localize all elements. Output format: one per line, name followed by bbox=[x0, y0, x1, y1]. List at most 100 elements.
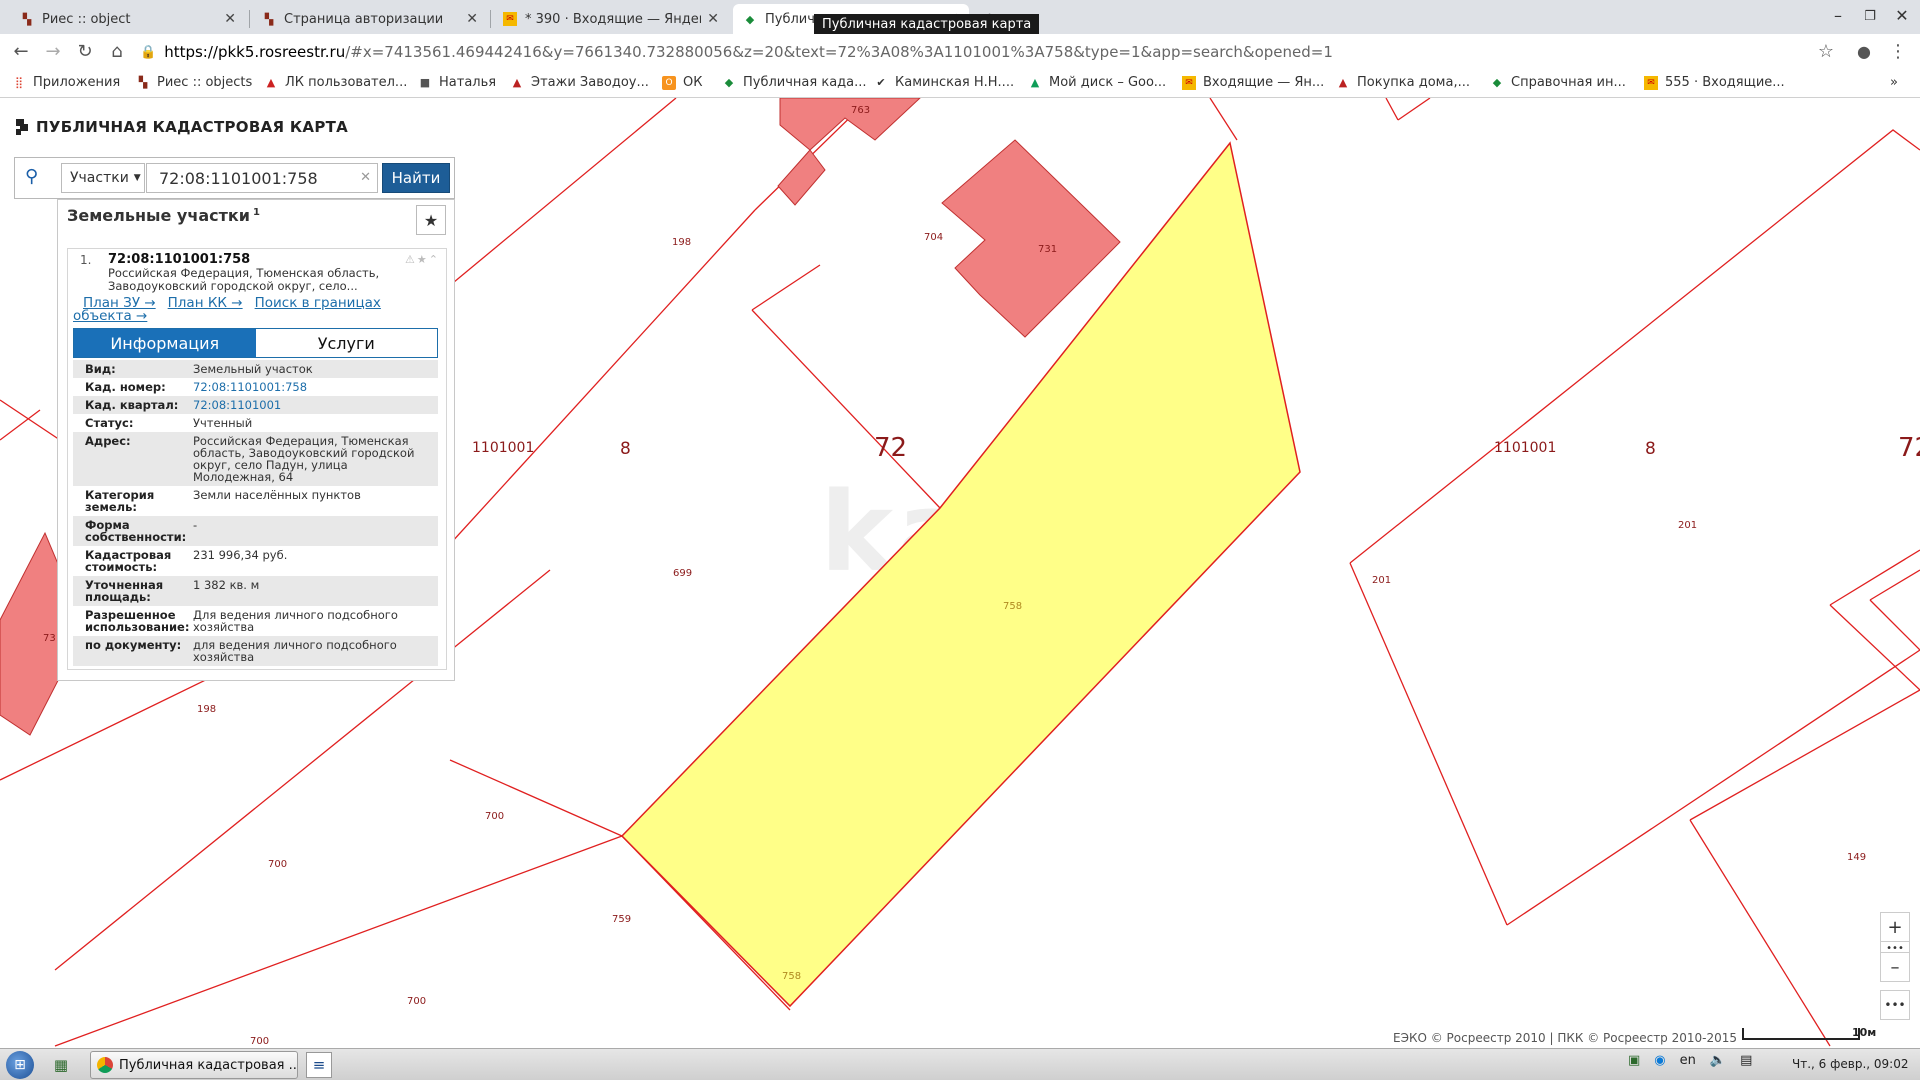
object-type-select[interactable]: Участки ▼ bbox=[61, 163, 145, 193]
more-options-button[interactable]: ••• bbox=[1880, 990, 1910, 1020]
forward-icon[interactable]: → bbox=[41, 40, 65, 64]
profile-avatar-icon[interactable]: ● bbox=[1852, 40, 1876, 64]
bookmark-pkk[interactable]: ◆ Публичная када... bbox=[722, 75, 867, 90]
monitor-icon[interactable]: ▣ bbox=[1628, 1053, 1640, 1068]
bookmark-etazhi[interactable]: ▲ Этажи Заводоу... bbox=[510, 75, 649, 90]
minimize-icon[interactable]: – bbox=[1823, 6, 1853, 25]
building-763[interactable] bbox=[777, 98, 921, 206]
info-value: 1 382 кв. м bbox=[193, 578, 260, 592]
info-value: Российская Федерация, Тюменская область,… bbox=[193, 434, 415, 484]
bookmarks-more-button[interactable]: » bbox=[1890, 75, 1898, 90]
results-heading: Земельные участки 1 bbox=[67, 206, 260, 225]
bookmark-kaminskaya[interactable]: ✔ Каминская Н.Н.... bbox=[874, 75, 1014, 90]
bookmark-star-icon[interactable]: ☆ bbox=[1814, 40, 1838, 64]
check-circle-icon: ✔ bbox=[876, 76, 886, 89]
info-row: Кад. квартал: 72:08:1101001 bbox=[73, 396, 438, 414]
network-icon[interactable]: ▤ bbox=[1740, 1053, 1752, 1068]
parcel-number: 73 bbox=[43, 633, 56, 644]
zoom-out-button[interactable]: – bbox=[1880, 952, 1910, 982]
document-icon[interactable]: ≡ bbox=[306, 1052, 332, 1078]
reload-icon[interactable]: ↻ bbox=[73, 40, 97, 64]
results-count: 1 bbox=[252, 206, 260, 218]
back-icon[interactable]: ← bbox=[9, 40, 33, 64]
region-label: 72 bbox=[1898, 433, 1920, 463]
tab-information[interactable]: Информация bbox=[74, 329, 256, 357]
tab-ries-object[interactable]: ▚ Риес :: object ✕ bbox=[10, 4, 246, 34]
house-icon: ▲ bbox=[1338, 76, 1348, 89]
quarter-label: 1101001 bbox=[472, 440, 534, 456]
bookmark-555-inbox[interactable]: ✉ 555 · Входящие... bbox=[1644, 75, 1785, 90]
close-window-icon[interactable]: ✕ bbox=[1887, 6, 1917, 25]
parcel-number: 758 bbox=[782, 971, 801, 982]
scale-label: 10м bbox=[1852, 1026, 1877, 1039]
browser-tab-bar: ▚ Риес :: object ✕ ▚ Страница авторизаци… bbox=[0, 0, 1920, 35]
bookmark-folder-natalya[interactable]: ■ Наталья bbox=[418, 75, 496, 90]
info-value: Учтенный bbox=[193, 416, 253, 430]
calculator-icon[interactable]: ▦ bbox=[48, 1052, 74, 1078]
parcel-number: 700 bbox=[485, 811, 504, 822]
parcel-number: 758 bbox=[1003, 601, 1022, 612]
info-row: Разрешенное использование: Для ведения ли… bbox=[73, 606, 438, 636]
plan-kk-link[interactable]: План КК → bbox=[168, 295, 243, 311]
tab-tooltip: Публичная кадастровая карта bbox=[814, 14, 1040, 35]
chrome-icon bbox=[97, 1057, 113, 1073]
apps-grid-icon: ⣿ bbox=[14, 76, 24, 89]
bookmark-ries[interactable]: ▚ Риес :: objects bbox=[136, 75, 253, 90]
bookmark-reference[interactable]: ◆ Справочная ин... bbox=[1490, 75, 1626, 90]
bookmark-apps[interactable]: ⣿ Приложения bbox=[12, 75, 120, 90]
folder-icon: ■ bbox=[419, 76, 431, 89]
info-key: Статус: bbox=[85, 416, 134, 430]
restore-icon[interactable]: ❐ bbox=[1855, 9, 1885, 24]
tab-services[interactable]: Услуги bbox=[255, 329, 437, 357]
favorite-star-button[interactable]: ★ bbox=[416, 205, 446, 235]
parcel-number: 700 bbox=[407, 996, 426, 1007]
close-icon[interactable]: ✕ bbox=[466, 11, 478, 27]
info-row: по документу: для ведения личного подсобн… bbox=[73, 636, 438, 666]
info-key: Кад. квартал: bbox=[85, 398, 179, 412]
info-value: - bbox=[193, 518, 198, 532]
find-button[interactable]: Найти bbox=[382, 163, 450, 193]
parcel-cad-number[interactable]: 72:08:1101001:758 bbox=[108, 252, 250, 267]
region-label: 72 bbox=[874, 433, 907, 463]
star-icon[interactable]: ★ bbox=[417, 253, 429, 266]
bookmarks-bar: ⣿ Приложения ▚ Риес :: objects ▲ ЛК пользов… bbox=[0, 70, 1920, 98]
volume-icon[interactable]: 🔈 bbox=[1710, 1053, 1726, 1068]
start-button[interactable]: ⊞ bbox=[6, 1051, 34, 1079]
menu-icon[interactable]: ⋮ bbox=[1886, 40, 1910, 64]
clock[interactable]: Чт., 6 февр., 09:02 bbox=[1792, 1057, 1908, 1071]
zoom-in-button[interactable]: + bbox=[1880, 912, 1910, 942]
chevron-up-icon[interactable]: ⌃ bbox=[429, 253, 440, 266]
building-731[interactable] bbox=[941, 139, 1121, 338]
browser-toolbar: ← → ↻ ⌂ 🔒 https://pkk5.rosreestr.ru/#x=7… bbox=[0, 34, 1920, 70]
info-row: Статус: Учтенный bbox=[73, 414, 438, 432]
parcel-number: 763 bbox=[851, 105, 870, 116]
bookmark-yandex-inbox[interactable]: ✉ Входящие — Ян... bbox=[1182, 75, 1324, 90]
taskbar-item-chrome[interactable]: Публичная кадастровая ... bbox=[90, 1051, 298, 1079]
address-bar[interactable]: 🔒 https://pkk5.rosreestr.ru/#x=7413561.4… bbox=[140, 38, 1830, 66]
bookmark-ok[interactable]: О ОК bbox=[662, 75, 702, 90]
language-indicator[interactable]: en bbox=[1680, 1053, 1696, 1068]
pkk-icon: ◆ bbox=[745, 12, 755, 26]
search-icon[interactable]: ⚲ bbox=[25, 166, 38, 187]
bookmark-lk[interactable]: ▲ ЛК пользовател... bbox=[264, 75, 408, 90]
info-value-link[interactable]: 72:08:1101001 bbox=[193, 399, 438, 411]
parcel-number: 198 bbox=[672, 237, 691, 248]
app-title: ПУБЛИЧНАЯ КАДАСТРОВАЯ КАРТА bbox=[16, 118, 348, 136]
home-icon[interactable]: ⌂ bbox=[105, 40, 129, 64]
tab-yandex-mail[interactable]: ✉ * 390 · Входящие — Яндекс ✕ bbox=[493, 4, 729, 34]
ok-icon: О bbox=[662, 75, 676, 90]
search-input[interactable]: 72:08:1101001:758 ✕ bbox=[146, 163, 378, 193]
clear-icon[interactable]: ✕ bbox=[360, 170, 371, 185]
skype-icon[interactable]: ◉ bbox=[1654, 1053, 1665, 1068]
bookmark-house-purchase[interactable]: ▲ Покупка дома,... bbox=[1336, 75, 1470, 90]
close-icon[interactable]: ✕ bbox=[707, 11, 719, 27]
mail-icon: ✉ bbox=[1182, 75, 1196, 90]
close-icon[interactable]: ✕ bbox=[224, 11, 236, 27]
mail-icon: ✉ bbox=[503, 12, 517, 26]
warning-icon[interactable]: ⚠ bbox=[405, 253, 417, 266]
bookmark-gdrive[interactable]: ▲ Мой диск – Goo... bbox=[1028, 75, 1166, 90]
info-value-link[interactable]: 72:08:1101001:758 bbox=[193, 381, 438, 393]
parcel-number: 700 bbox=[250, 1036, 269, 1047]
tab-auth-page[interactable]: ▚ Страница авторизации ✕ bbox=[252, 4, 488, 34]
info-row: Форма собственности: - bbox=[73, 516, 438, 546]
